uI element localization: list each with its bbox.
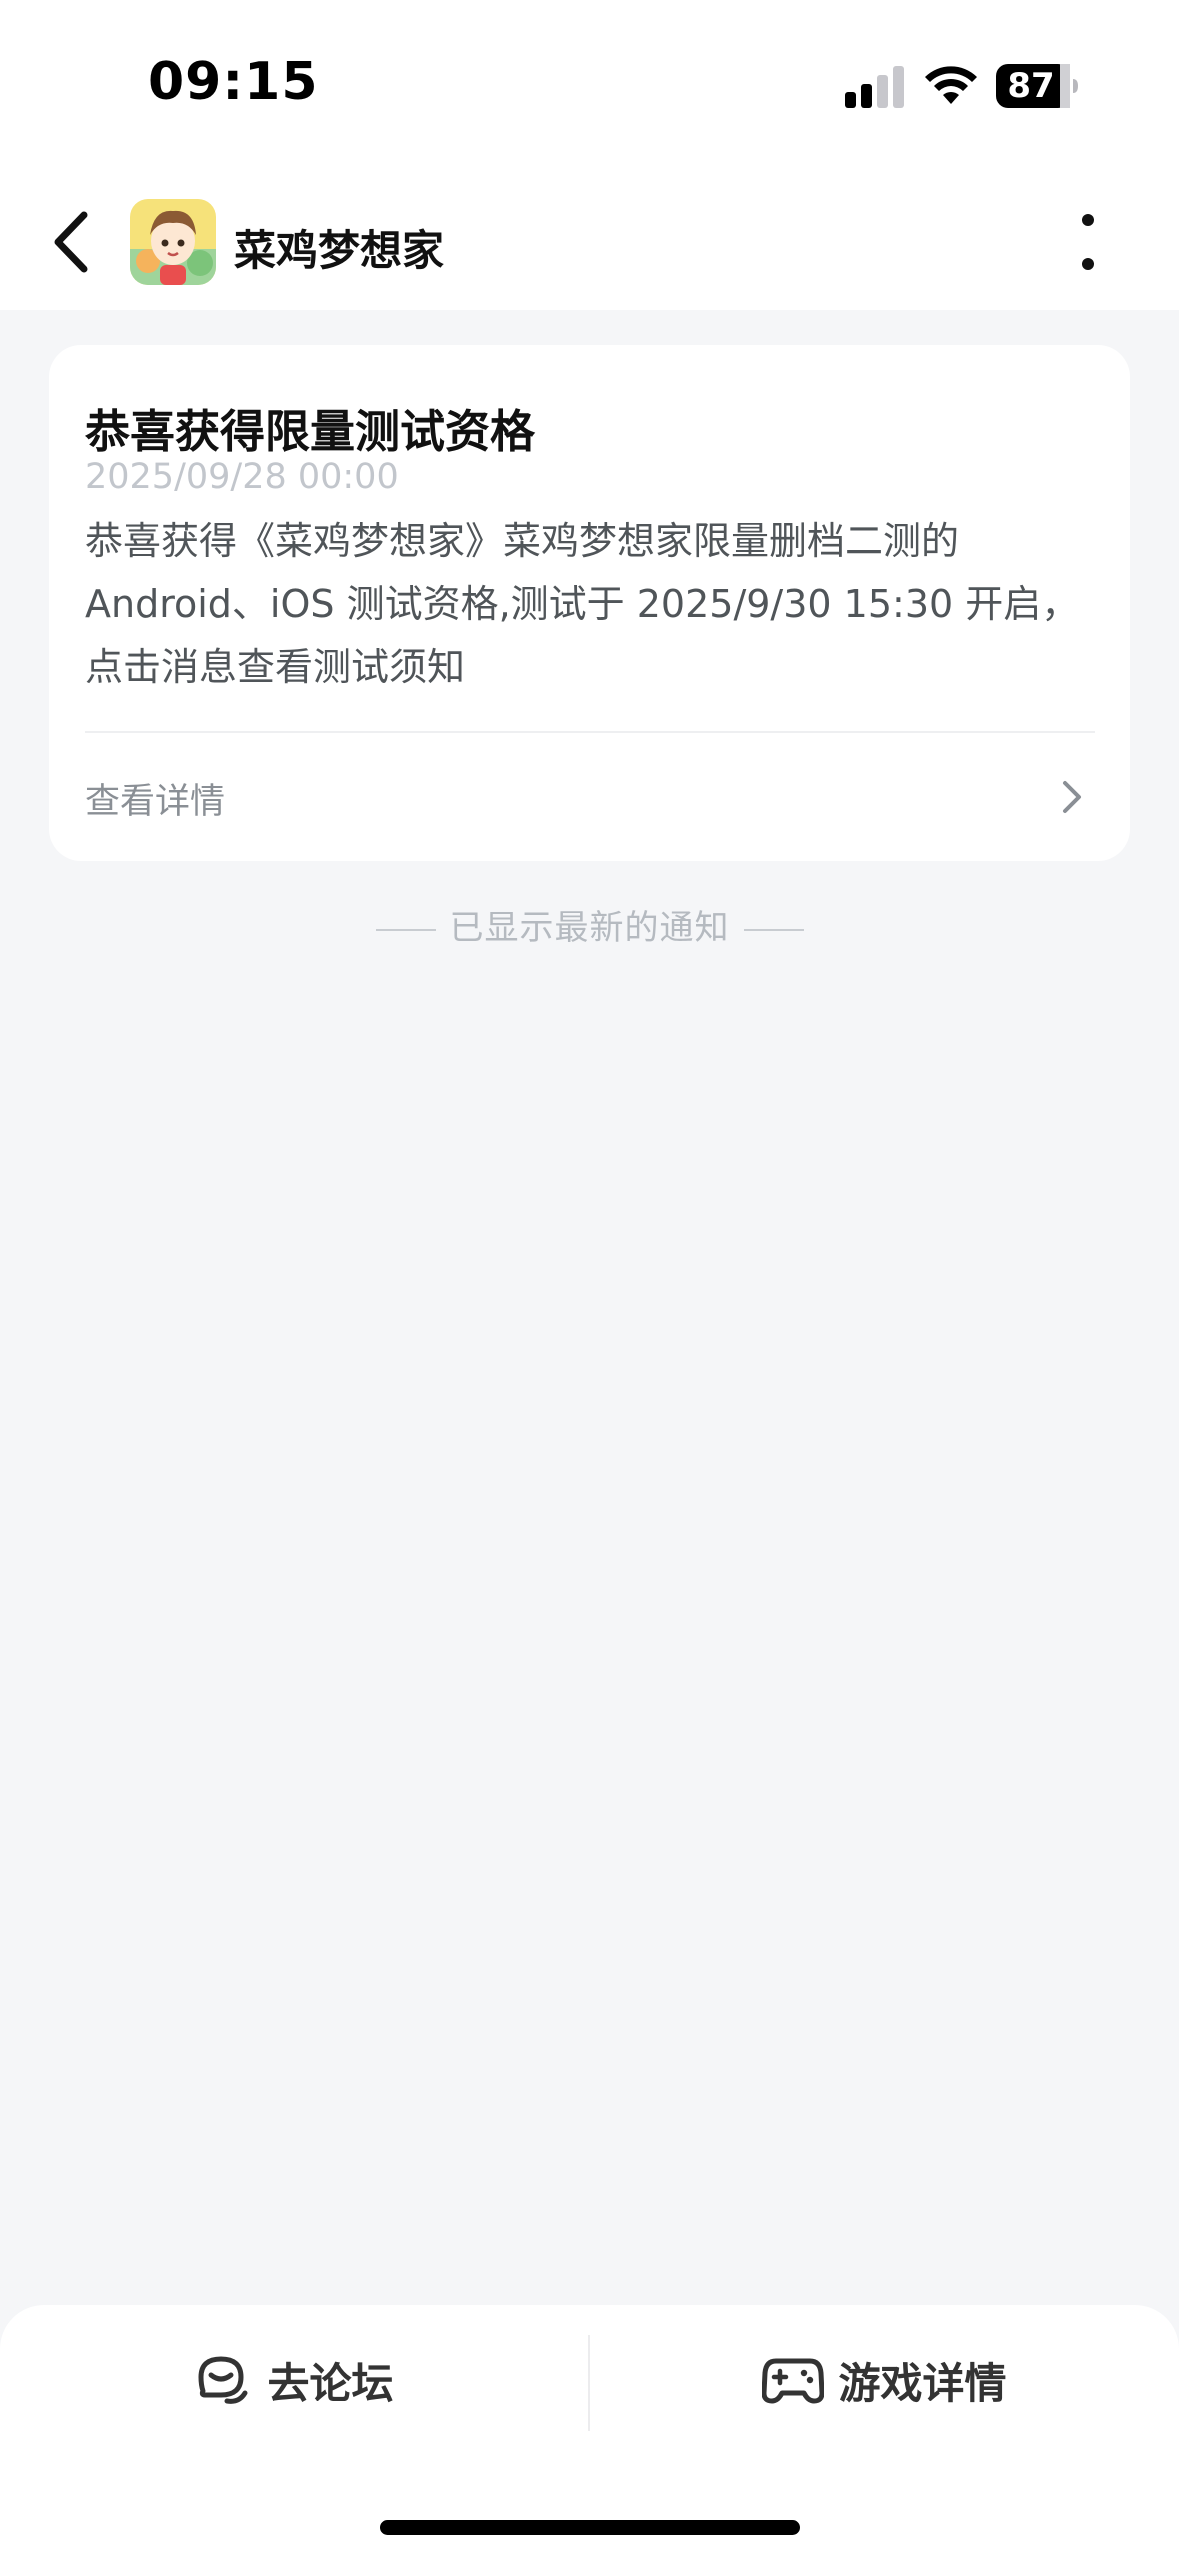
back-button[interactable] (38, 205, 102, 279)
game-details-button[interactable]: 游戏详情 (590, 2305, 1179, 2455)
more-button[interactable] (1068, 205, 1108, 279)
notification-body: 恭喜获得《菜鸡梦想家》菜鸡梦想家限量删档二测的 Android、iOS 测试资格… (85, 519, 1080, 689)
status-bar: 09:15 87 (0, 0, 1179, 175)
view-details-link[interactable]: 查看详情 (49, 733, 1130, 861)
notice-rule-right (743, 928, 804, 931)
battery-icon: 87 (996, 64, 1080, 108)
end-of-list-notice: 已显示最新的通知 (0, 900, 1179, 949)
back-chevron-icon (54, 211, 88, 273)
nav-bar: 菜鸡梦想家 (0, 175, 1179, 310)
view-details-label: 查看详情 (85, 782, 226, 822)
wifi-icon (925, 66, 977, 104)
notice-rule-left (375, 928, 436, 931)
notification-title: 恭喜获得限量测试资格 (85, 405, 536, 458)
signal-icon (845, 66, 904, 108)
forum-label: 去论坛 (267, 2358, 394, 2408)
chevron-right-icon (1063, 781, 1081, 813)
end-notice-text: 已显示最新的通知 (449, 908, 730, 948)
forum-chat-icon (198, 2356, 248, 2404)
app-avatar[interactable] (130, 199, 216, 285)
battery-level: 87 (1007, 66, 1055, 106)
game-details-label: 游戏详情 (838, 2358, 1007, 2408)
notification-page: 09:15 87 菜鸡梦想家 恭喜获得限量测试资格 2025/09/28 00:… (0, 0, 1179, 2556)
gamepad-icon (762, 2358, 825, 2404)
bottom-action-bar: 去论坛 游戏详情 (0, 2305, 1179, 2556)
home-indicator (380, 2520, 800, 2535)
game-avatar-image (130, 199, 216, 285)
notification-timestamp: 2025/09/28 00:00 (85, 457, 399, 497)
notification-card: 恭喜获得限量测试资格 2025/09/28 00:00 恭喜获得《菜鸡梦想家》菜… (49, 345, 1130, 861)
page-title: 菜鸡梦想家 (234, 226, 445, 275)
more-vertical-icon (1082, 214, 1094, 270)
status-time: 09:15 (148, 52, 319, 112)
go-to-forum-button[interactable]: 去论坛 (0, 2305, 589, 2455)
